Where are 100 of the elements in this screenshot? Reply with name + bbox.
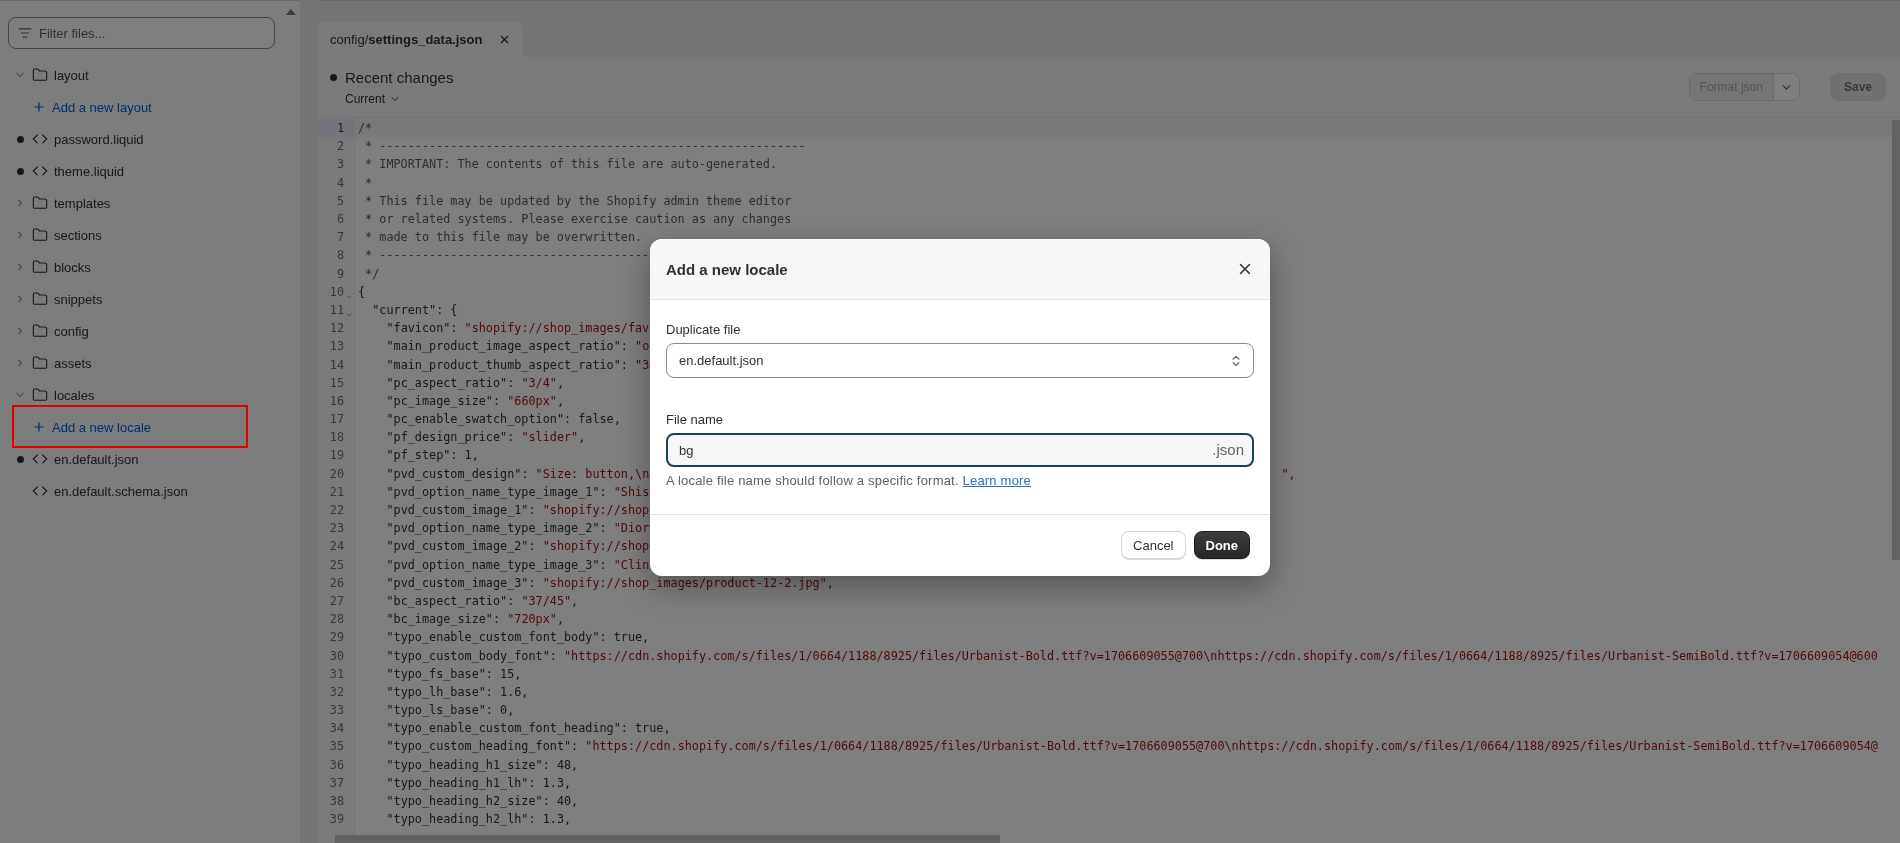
line-number: 20 — [328, 466, 344, 481]
line-number: 6 — [335, 212, 344, 227]
code-line: "typo_enable_custom_font_body": true, — [385, 630, 650, 645]
line-number: 10 — [328, 284, 344, 299]
folder-item[interactable]: locales — [0, 379, 300, 411]
version-dropdown[interactable]: Current — [345, 91, 454, 106]
code-icon — [32, 451, 48, 467]
line-number: 16 — [328, 393, 344, 408]
code-line: * made to this file may be overwritten. — [364, 230, 643, 245]
add-link[interactable]: Add a new locale — [0, 411, 300, 443]
line-number: 14 — [328, 357, 344, 372]
line-number: 12 — [328, 321, 344, 336]
line-number: 22 — [328, 503, 344, 518]
code-line: * IMPORTANT: The contents of this file are auto-generated. — [364, 157, 778, 172]
line-number: 9 — [335, 266, 344, 281]
dialog-title: Add a new locale — [666, 260, 788, 278]
code-line: "pvd_custom_design": "Size: button,\n — [385, 466, 650, 481]
plus-icon — [32, 420, 46, 434]
code-line: * — [364, 175, 373, 190]
code-line: "typo_fs_base": 15, — [385, 666, 522, 681]
scrollbar-thumb[interactable] — [1892, 120, 1900, 560]
code-line: "pvd_custom_image_3": "shopify://shop_images/product-12-2.jpg", — [385, 575, 834, 590]
done-button[interactable]: Done — [1193, 531, 1250, 559]
line-number: 28 — [328, 612, 344, 627]
file-item[interactable]: password.liquid — [0, 123, 300, 155]
line-number: 25 — [328, 557, 344, 572]
code-line: "bc_aspect_ratio": "37/45", — [385, 593, 579, 608]
line-number: 29 — [328, 630, 344, 645]
folder-item[interactable]: templates — [0, 187, 300, 219]
file-extension: .json — [1212, 441, 1244, 458]
file-item[interactable]: theme.liquid — [0, 155, 300, 187]
folder-icon — [32, 259, 48, 275]
folder-item[interactable]: layout — [0, 59, 300, 91]
code-line: "typo_custom_body_font": "https://cdn.shopify.com/s/files/1/0664/1188/8925/files/Urbanist-Bold.ttf?v=1706609055@700\nhttps://cdn.shopify.com/s/files/1/0664/1188/8925/files/Urbanist-SemiBold.ttf?v=1706609054@600 — [385, 648, 1878, 663]
folder-icon — [32, 387, 48, 403]
file-tab[interactable]: config/settings_data.json — [318, 22, 524, 57]
code-line: * ------------------------------------------------------------ — [364, 139, 806, 154]
code-line: "pvd_option_name_type_image_2": "Dior — [385, 521, 650, 536]
learn-more-link[interactable]: Learn more — [962, 473, 1032, 488]
add-link[interactable]: Add a new layout — [0, 91, 300, 123]
status-dot-icon — [330, 73, 337, 81]
scrollbar-thumb[interactable] — [335, 835, 1000, 843]
folder-icon — [32, 355, 48, 371]
line-number: 21 — [328, 484, 344, 499]
code-line: "typo_lh_base": 1.6, — [385, 684, 529, 699]
line-number: 7 — [335, 230, 344, 245]
code-line: "pc_enable_swatch_option": false, — [385, 412, 621, 427]
folder-icon — [32, 195, 48, 211]
line-number: 1 — [335, 121, 344, 136]
folder-item[interactable]: config — [0, 315, 300, 347]
line-number: 4 — [335, 175, 344, 190]
changes-title: Recent changes — [345, 68, 454, 86]
code-line: "pc_image_size": "660px", — [385, 393, 564, 408]
scroll-up-icon[interactable] — [286, 9, 296, 15]
folder-item[interactable]: snippets — [0, 283, 300, 315]
file-item[interactable]: en.default.schema.json — [0, 475, 300, 507]
code-line: "pf_design_price": "slider", — [385, 430, 586, 445]
folder-item[interactable]: assets — [0, 347, 300, 379]
modified-dot — [16, 167, 24, 175]
code-line: "typo_heading_h1_size": 48, — [385, 757, 579, 772]
modified-dot — [16, 135, 24, 143]
line-number: 37 — [328, 775, 344, 790]
code-line: "pf_step": 1, — [385, 448, 479, 463]
line-number: 39 — [328, 812, 344, 827]
code-line: "main_product_image_aspect_ratio": "o — [385, 339, 650, 354]
cancel-button[interactable]: Cancel — [1121, 531, 1186, 559]
filter-field[interactable]: Filter files... — [8, 17, 275, 49]
code-line: "pvd_option_name_type_image_1": "Shis — [385, 484, 650, 499]
line-number: 31 — [328, 666, 344, 681]
line-number: 33 — [328, 703, 344, 718]
field-label: File name — [666, 412, 725, 427]
field-label: Duplicate file — [666, 322, 742, 337]
format-options-button[interactable] — [1772, 74, 1799, 100]
code-icon — [32, 163, 48, 179]
line-number: 23 — [328, 521, 344, 536]
file-item[interactable]: en.default.json — [0, 443, 300, 475]
code-line: * This file may be updated by the Shopify admin theme editor — [364, 193, 792, 208]
line-number: 17 — [328, 412, 344, 427]
code-line: "favicon": "shopify://shop_images/fav — [385, 321, 650, 336]
code-fragment: ", — [1281, 466, 1296, 481]
code-line: "typo_heading_h2_lh": 1.3, — [385, 812, 572, 827]
line-number: 2 — [335, 139, 344, 154]
folder-icon — [32, 323, 48, 339]
code-line: "typo_enable_custom_font_heading": true, — [385, 721, 671, 736]
duplicate-file-select[interactable]: en.default.json — [666, 343, 1254, 378]
folder-item[interactable]: sections — [0, 219, 300, 251]
code-line: "typo_custom_heading_font": "https://cdn.shopify.com/s/files/1/0664/1188/8925/files/Urbanist-Bold.ttf?v=1706609055@700\nhttps://cdn.shopify.com/s/files/1/0664/1188/8925/files/Urbanist-SemiBold.ttf?v=1706609054@ — [385, 739, 1878, 754]
filter-icon — [18, 26, 32, 40]
code-line: "bc_image_size": "720px", — [385, 612, 564, 627]
line-number: 24 — [328, 539, 344, 554]
line-number: 18 — [328, 430, 344, 445]
code-line: */ — [364, 266, 380, 281]
folder-item[interactable]: blocks — [0, 251, 300, 283]
code-line: "pc_aspect_ratio": "3/4", — [385, 375, 564, 390]
help-text: A locale file name should follow a specific format. Learn more — [666, 473, 1033, 488]
code-line: "pvd_option_name_type_image_3": "Clin — [385, 557, 650, 572]
code-line: "typo_heading_h1_lh": 1.3, — [385, 775, 572, 790]
code-icon — [32, 483, 48, 499]
line-number: 8 — [335, 248, 344, 263]
line-number: 27 — [328, 593, 344, 608]
